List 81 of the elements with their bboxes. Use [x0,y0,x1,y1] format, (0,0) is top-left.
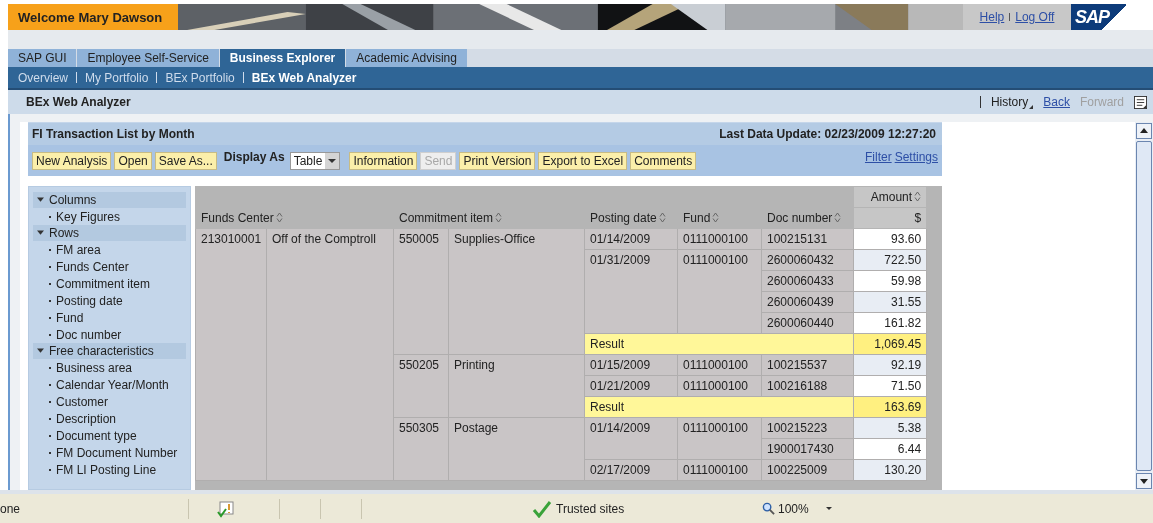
scrollbar[interactable] [1135,122,1153,490]
settings-link[interactable]: Settings [894,150,938,164]
sort-icon [275,212,283,223]
filter-link[interactable]: Filter [864,150,892,164]
caret-icon [37,197,44,203]
check-icon [532,499,552,518]
nav-item[interactable]: Fund [33,309,186,326]
display-select[interactable]: Table [289,151,341,170]
table-cell: Off of the Comptroll [266,228,394,481]
nav-item[interactable]: FM Document Number [33,444,186,461]
nav-tab[interactable]: Business Explorer [219,49,347,67]
nav-item[interactable]: Posting date [33,292,186,309]
nav-item[interactable]: Calendar Year/Month [33,376,186,393]
toolbar-button[interactable]: New Analysis [32,151,112,170]
toolbar-button[interactable]: Save As... [154,151,217,170]
sort-icon [712,212,720,223]
history-menu[interactable]: History [990,95,1034,109]
nav-item[interactable]: Business area [33,359,186,376]
scroll-up-button[interactable] [1136,123,1152,139]
sort-icon [914,191,922,202]
subnav-link[interactable]: BEx Web Analyzer [251,70,357,85]
page-title: BEx Web Analyzer [26,95,131,109]
sort-icon [834,212,842,223]
scroll-down-button[interactable] [1136,473,1152,489]
toolbar-button[interactable]: Print Version [459,151,536,170]
caret-icon [37,230,44,236]
nav-tab[interactable]: SAP GUI [8,49,78,67]
toolbar-button[interactable]: Open [114,151,152,170]
nav-item[interactable]: Customer [33,393,186,410]
caret-icon [37,348,44,354]
nav-item[interactable]: Description [33,410,186,427]
table-cell: Postage [448,417,585,481]
subnav-link[interactable]: My Portfolio [85,70,149,85]
table-cell: 550205 [393,354,449,418]
subnav-link[interactable]: BEx Portfolio [165,70,235,85]
nav-tab[interactable]: Academic Advising [346,49,468,67]
zoom-control[interactable]: 100% [762,501,832,516]
table-cell: Printing [448,354,585,418]
help-link[interactable]: Help [979,10,1005,24]
table-cell: 0111000100 [677,249,762,334]
zone-text: Trusted sites [556,501,625,516]
subnav-link[interactable]: Overview [18,70,68,85]
table-cell: 213010001 [195,228,267,481]
nav-group[interactable]: Free characteristics [33,343,186,359]
result-label: Result [584,333,854,355]
back-link[interactable]: Back [1043,95,1070,109]
toolbar-button[interactable]: Export to Excel [538,151,628,170]
nav-item[interactable]: Key Figures [33,208,186,225]
nav-item[interactable]: Funds Center [33,258,186,275]
last-update-text: Last Data Update: 02/23/2009 12:27:20 [719,127,936,141]
toolbar-button[interactable]: Comments [630,151,697,170]
column-header[interactable]: Amount [853,186,927,208]
nav-item[interactable]: FM LI Posting Line [33,461,186,478]
caret-icon [825,506,832,511]
nav-item[interactable]: Document type [33,427,186,444]
privacy-icon[interactable] [217,499,235,518]
log-off-link[interactable]: Log Off [1015,10,1055,24]
sap-logo: SAP [1071,4,1126,30]
caret-icon [1029,105,1034,109]
nav-group[interactable]: Columns [33,192,186,208]
nav-item[interactable]: Doc number [33,326,186,343]
nav-item[interactable]: FM area [33,241,186,258]
menu-icon[interactable] [1134,95,1147,109]
sort-icon [658,212,666,223]
nav-group[interactable]: Rows [33,225,186,241]
report-title: FI Transaction List by Month [32,127,195,141]
table-cell: 01/14/2009 [584,417,678,460]
toolbar-button[interactable]: Information [349,151,418,170]
nav-tab[interactable]: Employee Self-Service [77,49,220,67]
welcome-text: Welcome Mary Dawson [8,4,178,30]
nav-item[interactable]: Commitment item [33,275,186,292]
display-as-label: Display As [223,150,285,164]
table-cell: Supplies-Office [448,228,585,355]
table-cell: 550305 [393,417,449,481]
zoom-icon [762,502,775,515]
table-cell: 550005 [393,228,449,355]
sort-icon [495,212,502,223]
status-text: one [0,501,22,516]
table-cell: 0111000100 [677,417,762,460]
table-cell: 01/31/2009 [584,249,678,334]
result-label: Result [584,396,854,418]
